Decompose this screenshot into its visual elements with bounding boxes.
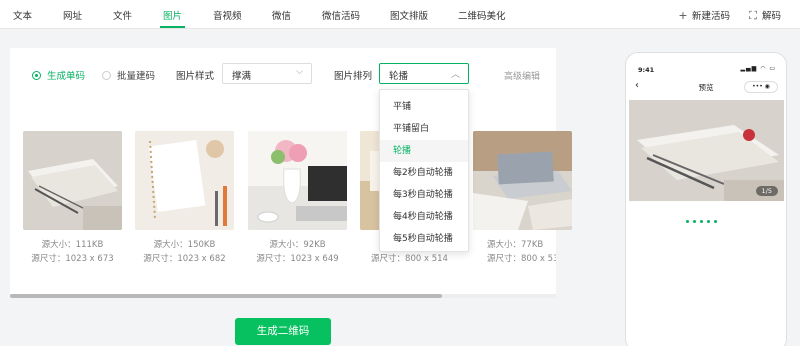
image-arrange-label: 图片排列 bbox=[334, 71, 373, 82]
carousel-dot[interactable] bbox=[693, 220, 696, 223]
batch-code-radio[interactable]: 批量建码 bbox=[102, 68, 155, 82]
image-size-5: 源大小：77KB bbox=[487, 240, 544, 250]
single-code-radio[interactable]: 生成单码 bbox=[32, 68, 85, 82]
new-live-code-button[interactable]: + 新建活码 bbox=[677, 8, 730, 22]
carousel-dot[interactable] bbox=[700, 220, 703, 223]
image-meta-1: 源大小：111KB 源尺寸：1023 x 673 bbox=[23, 238, 122, 266]
tab-image[interactable]: 图片 bbox=[163, 8, 182, 22]
tab-wechat[interactable]: 微信 bbox=[272, 8, 291, 22]
image-arrange-select[interactable]: 轮播 ︿ bbox=[379, 63, 469, 84]
chevron-up-icon: ︿ bbox=[450, 70, 460, 80]
carousel-counter: 1/5 bbox=[755, 186, 778, 196]
new-live-code-label: 新建活码 bbox=[692, 11, 731, 22]
image-thumbnail-3[interactable] bbox=[248, 131, 347, 230]
dropdown-option-auto-3s[interactable]: 每3秒自动轮播 bbox=[380, 184, 468, 206]
image-arrange-value: 轮播 bbox=[389, 71, 409, 82]
scrollbar-thumb[interactable] bbox=[10, 294, 442, 298]
carousel-image[interactable]: 1/5 bbox=[629, 100, 784, 201]
tab-text[interactable]: 文本 bbox=[13, 8, 32, 22]
image-style-select[interactable]: 撑满 ⌵ bbox=[222, 63, 312, 84]
tab-qrcode-beautify[interactable]: 二维码美化 bbox=[458, 8, 506, 22]
image-style-value: 撑满 bbox=[232, 71, 252, 82]
image-thumbnail-5[interactable] bbox=[473, 131, 572, 230]
image-size-2: 源大小：150KB bbox=[153, 240, 216, 250]
image-meta-2: 源大小：150KB 源尺寸：1023 x 682 bbox=[135, 238, 234, 266]
single-code-label: 生成单码 bbox=[47, 71, 86, 82]
carousel-dot[interactable] bbox=[707, 220, 710, 223]
radio-unchecked-icon bbox=[102, 71, 111, 80]
status-bar-time: 9:41 bbox=[638, 66, 655, 74]
dropdown-option-tile[interactable]: 平铺 bbox=[380, 96, 468, 118]
generate-qrcode-button[interactable]: 生成二维码 bbox=[235, 318, 331, 345]
carousel-dots bbox=[686, 208, 721, 227]
carousel-dot[interactable] bbox=[686, 220, 689, 223]
signal-wifi-battery-icon: ▂▄▆ ◠ ▭ bbox=[740, 65, 776, 72]
tab-url[interactable]: 网址 bbox=[63, 8, 82, 22]
image-dims-4: 源尺寸：800 x 514 bbox=[371, 254, 448, 264]
tab-article-layout[interactable]: 图文排版 bbox=[390, 8, 428, 22]
dropdown-option-auto-2s[interactable]: 每2秒自动轮播 bbox=[380, 162, 468, 184]
top-navigation: 文本 网址 文件 图片 音视频 微信 微信活码 图文排版 二维码美化 + 新建活码… bbox=[0, 0, 800, 29]
active-tab-indicator bbox=[160, 26, 185, 28]
image-style-label: 图片样式 bbox=[176, 71, 215, 82]
dropdown-option-auto-4s[interactable]: 每4秒自动轮播 bbox=[380, 206, 468, 228]
image-arrange-dropdown: 平铺 平铺留白 轮播 每2秒自动轮播 每3秒自动轮播 每4秒自动轮播 每5秒自动… bbox=[379, 89, 469, 252]
image-meta-3: 源大小：92KB 源尺寸：1023 x 649 bbox=[248, 238, 347, 266]
tab-file[interactable]: 文件 bbox=[113, 8, 132, 22]
carousel-dot[interactable] bbox=[714, 220, 717, 223]
image-thumbnail-1[interactable] bbox=[23, 131, 122, 230]
image-settings-panel: 生成单码 批量建码 图片样式 撑满 ⌵ 图片排列 轮播 ︿ 高级编辑 源大小：1… bbox=[10, 48, 572, 298]
image-size-1: 源大小：111KB bbox=[41, 240, 104, 250]
chevron-down-icon: ⌵ bbox=[296, 67, 303, 77]
image-dims-5: 源尺寸：800 x 533 bbox=[487, 254, 556, 264]
advanced-edit-link[interactable]: 高级编辑 bbox=[504, 69, 540, 82]
image-thumbnail-2[interactable] bbox=[135, 131, 234, 230]
image-meta-5: 源大小：77KB 源尺寸：800 x 533 bbox=[473, 238, 556, 266]
tab-audio-video[interactable]: 音视频 bbox=[213, 8, 242, 22]
image-dims-2: 源尺寸：1023 x 682 bbox=[143, 254, 226, 264]
decode-button[interactable]: ⛶ 解码 bbox=[747, 8, 781, 23]
image-dims-1: 源尺寸：1023 x 673 bbox=[31, 254, 114, 264]
image-size-3: 源大小：92KB bbox=[269, 240, 326, 250]
dropdown-option-auto-5s[interactable]: 每5秒自动轮播 bbox=[380, 228, 468, 250]
dropdown-option-tile-whitespace[interactable]: 平铺留白 bbox=[380, 118, 468, 140]
decode-label: 解码 bbox=[762, 11, 782, 22]
dropdown-option-carousel[interactable]: 轮播 bbox=[380, 140, 468, 162]
mini-program-capsule[interactable]: ••• ◉ bbox=[744, 81, 778, 93]
tab-wechat-live-code[interactable]: 微信活码 bbox=[322, 8, 360, 22]
plus-icon: + bbox=[678, 9, 688, 22]
radio-checked-icon bbox=[32, 71, 41, 80]
batch-code-label: 批量建码 bbox=[117, 71, 156, 82]
phone-preview: 9:41 ▂▄▆ ◠ ▭ ‹ 预览 ••• ◉ 1/5 bbox=[625, 52, 787, 346]
image-dims-3: 源尺寸：1023 x 649 bbox=[256, 254, 339, 264]
scan-icon: ⛶ bbox=[749, 9, 757, 22]
horizontal-scrollbar[interactable] bbox=[10, 294, 556, 298]
